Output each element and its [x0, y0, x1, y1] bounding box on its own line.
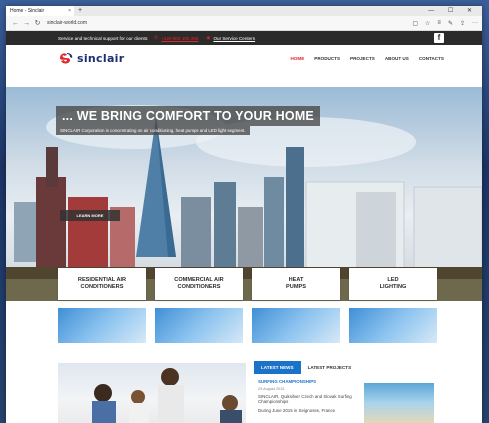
tile-heat-pumps[interactable]: HEAT PUMPS [252, 268, 340, 343]
tab-latest-projects[interactable]: LATEST PROJECTS [301, 361, 359, 374]
tab-close-icon[interactable]: × [68, 6, 71, 16]
note-icon[interactable]: ✎ [448, 20, 453, 27]
family-photo [58, 363, 246, 423]
tile-label: RESIDENTIAL AIR CONDITIONERS [58, 268, 146, 300]
hero-subtitle: SINCLAIR Corporation is concentrating on… [56, 126, 250, 135]
phone-link[interactable]: +420 800 100 285 [161, 36, 198, 41]
refresh-icon[interactable]: ↻ [32, 19, 43, 27]
news-text: SINCLAIR, Quiksilver Czech and Slovak Su… [258, 394, 352, 405]
nav-contacts[interactable]: CONTACTS [419, 56, 444, 61]
browser-window: Home - Sinclair × + — ☐ ✕ ← → ↻ sinclair… [6, 6, 482, 423]
lower-section: LATEST NEWS LATEST PROJECTS SURFING CHAM… [6, 351, 482, 423]
news-more-text: During June 2015 in Seignosse, France [258, 407, 336, 413]
main-nav: HOME PRODUCTS PROJECTS ABOUT US CONTACTS [290, 56, 444, 61]
family-illustration [92, 368, 242, 423]
sinclair-logo[interactable]: sinclair [58, 51, 124, 65]
nav-about-us[interactable]: ABOUT US [385, 56, 409, 61]
tab-bar: Home - Sinclair × + — ☐ ✕ [6, 6, 482, 16]
new-tab-icon[interactable]: + [78, 6, 82, 16]
product-categories: RESIDENTIAL AIR CONDITIONERS COMMERCIAL A… [58, 268, 438, 343]
url-field[interactable]: sinclair-world.com [47, 20, 347, 26]
product-image [155, 308, 243, 343]
tab-title: Home - Sinclair [10, 8, 45, 14]
news-image[interactable] [364, 383, 434, 423]
tile-led-lighting[interactable]: LED LIGHTING [349, 268, 437, 343]
support-bar: Service and technical support for our cl… [6, 31, 482, 45]
nav-home[interactable]: HOME [290, 56, 304, 61]
site-header: sinclair HOME PRODUCTS PROJECTS ABOUT US… [6, 45, 482, 73]
product-image [58, 308, 146, 343]
facebook-icon[interactable]: f [434, 33, 444, 43]
logo-mark-icon [60, 53, 73, 64]
more-icon[interactable]: ··· [472, 20, 478, 27]
product-image [252, 308, 340, 343]
hub-icon[interactable]: ≡ [437, 20, 441, 27]
tile-label: COMMERCIAL AIR CONDITIONERS [155, 268, 243, 300]
nav-products[interactable]: PRODUCTS [314, 56, 340, 61]
address-bar: ← → ↻ sinclair-world.com ▢ ☆ ≡ ✎ ⇪ ··· [6, 16, 482, 31]
hero-title: ... WE BRING COMFORT TO YOUR HOME [56, 106, 320, 126]
window-controls[interactable]: — ☐ ✕ [428, 6, 478, 16]
back-icon[interactable]: ← [10, 20, 21, 27]
tile-commercial-ac[interactable]: COMMERCIAL AIR CONDITIONERS [155, 268, 243, 343]
browser-toolbar: ▢ ☆ ≡ ✎ ⇪ ··· [412, 20, 478, 27]
phone-icon: ✆ [154, 35, 159, 40]
news-item: SURFING CHAMPIONSHIPS 29 August 2015 SIN… [258, 379, 438, 423]
product-image [349, 308, 437, 343]
tile-residential-ac[interactable]: RESIDENTIAL AIR CONDITIONERS [58, 268, 146, 343]
support-text: Service and technical support for our cl… [58, 35, 149, 41]
forward-icon[interactable]: → [21, 20, 32, 27]
share-icon[interactable]: ⇪ [460, 20, 465, 27]
favorite-icon[interactable]: ☆ [425, 20, 430, 27]
tab-latest-news[interactable]: LATEST NEWS [254, 361, 301, 374]
reading-view-icon[interactable]: ▢ [412, 20, 418, 27]
browser-tab[interactable]: Home - Sinclair × [6, 6, 74, 16]
nav-projects[interactable]: PROJECTS [350, 56, 375, 61]
service-centres-link[interactable]: Our Service Centers [213, 36, 255, 41]
tile-label: HEAT PUMPS [252, 268, 340, 300]
location-icon: ◉ [206, 35, 211, 40]
learn-more-button[interactable]: LEARN MORE [60, 210, 120, 221]
news-tabs: LATEST NEWS LATEST PROJECTS [254, 361, 358, 374]
tile-label: LED LIGHTING [349, 268, 437, 300]
logo-text: sinclair [77, 51, 125, 65]
